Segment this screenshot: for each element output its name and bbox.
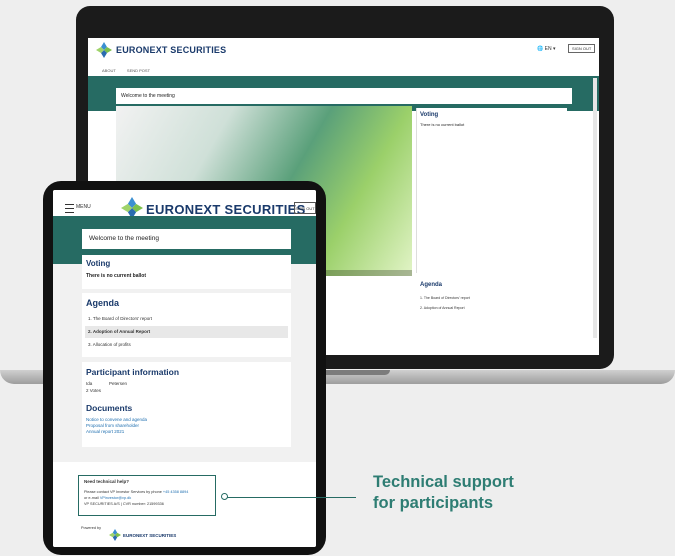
- laptop-scrollbar[interactable]: [593, 78, 597, 338]
- euronext-logo-icon: [96, 42, 112, 58]
- laptop-voting-panel: [416, 108, 567, 273]
- participant-title: Participant information: [86, 367, 180, 377]
- help-line2: or e-mail VPinvestor@vp.dk: [84, 496, 131, 500]
- powered-by-label: Powered by: [81, 526, 102, 530]
- agenda-item[interactable]: 1. The Board of Directors' report: [85, 313, 288, 325]
- laptop-agenda-item[interactable]: 2. Adoption of Annual Report: [420, 306, 465, 310]
- participant-name-first: Ida: [86, 381, 93, 386]
- laptop-brand: EURONEXT SECURITIES: [116, 45, 227, 55]
- euronext-logo-icon: [109, 529, 121, 541]
- laptop-voting-title: Voting: [420, 112, 439, 118]
- nav-send-post[interactable]: SEND POST: [127, 68, 150, 73]
- laptop-nav: ABOUT SEND POST: [102, 68, 160, 73]
- tablet-brand: EURONEXT SECURITIES: [146, 202, 306, 217]
- nav-about[interactable]: ABOUT: [102, 68, 116, 73]
- documents-title: Documents: [86, 403, 133, 413]
- voting-title: Voting: [86, 259, 111, 268]
- language-label: EN: [544, 46, 552, 52]
- document-link[interactable]: Notice to convene and agenda: [86, 417, 147, 422]
- laptop-voting-text: There is no current ballot: [420, 122, 465, 127]
- language-selector[interactable]: 🌐 EN ▾: [537, 46, 555, 52]
- laptop-welcome: Welcome to the meeting: [116, 88, 572, 104]
- callout-line: [226, 497, 356, 498]
- participant-votes: 2 Votes: [86, 388, 102, 393]
- participant-card: Participant information Ida Petersen 2 V…: [82, 362, 291, 447]
- help-phone[interactable]: +45 4358 8894: [163, 490, 188, 494]
- laptop-header: EURONEXT SECURITIES 🌐 EN ▾ SIGN OUT: [88, 38, 599, 62]
- voting-card: Voting There is no current ballot: [82, 255, 291, 289]
- laptop-agenda-title: Agenda: [420, 282, 443, 288]
- callout-line1: Technical support: [373, 473, 514, 491]
- help-line1-text: Please contact VP Investor Services by p…: [84, 490, 162, 494]
- menu-icon[interactable]: [65, 204, 74, 213]
- callout-line2: for participants: [373, 494, 494, 512]
- callout-text: Technical support for participants: [373, 472, 563, 514]
- participant-name-last: Petersen: [109, 381, 128, 386]
- help-line2-text: or e-mail: [84, 496, 99, 500]
- tablet-signout-button[interactable]: SIGN OUT: [294, 202, 316, 214]
- agenda-card: Agenda 1. The Board of Directors' report…: [82, 293, 291, 357]
- menu-label[interactable]: MENU: [76, 204, 91, 210]
- callout-dot: [221, 493, 228, 500]
- laptop-signout-button[interactable]: SIGN OUT: [568, 44, 596, 53]
- help-line1: Please contact VP Investor Services by p…: [84, 490, 188, 494]
- laptop-agenda-item[interactable]: 1. The Board of Directors' report: [420, 296, 470, 300]
- tablet-screen: MENU EURONEXT SECURITIES SIGN OUT Welcom…: [53, 190, 316, 547]
- agenda-item[interactable]: 3. Allocation of profits: [85, 339, 288, 351]
- document-link[interactable]: Proposal from shareholder: [86, 423, 139, 428]
- agenda-title: Agenda: [86, 298, 120, 308]
- help-title: Need technical help?: [84, 479, 130, 484]
- voting-text: There is no current ballot: [86, 273, 147, 279]
- document-link[interactable]: Annual report 2021: [86, 429, 124, 434]
- agenda-item[interactable]: 2. Adoption of Annual Report: [85, 326, 288, 338]
- help-line3: VP SECURITIES A/S | CVR number: 21599336: [84, 502, 164, 506]
- help-email[interactable]: VPinvestor@vp.dk: [100, 496, 131, 500]
- powered-by-brand: EURONEXT SECURITIES: [123, 533, 177, 538]
- tablet-welcome: Welcome to the meeting: [82, 229, 291, 249]
